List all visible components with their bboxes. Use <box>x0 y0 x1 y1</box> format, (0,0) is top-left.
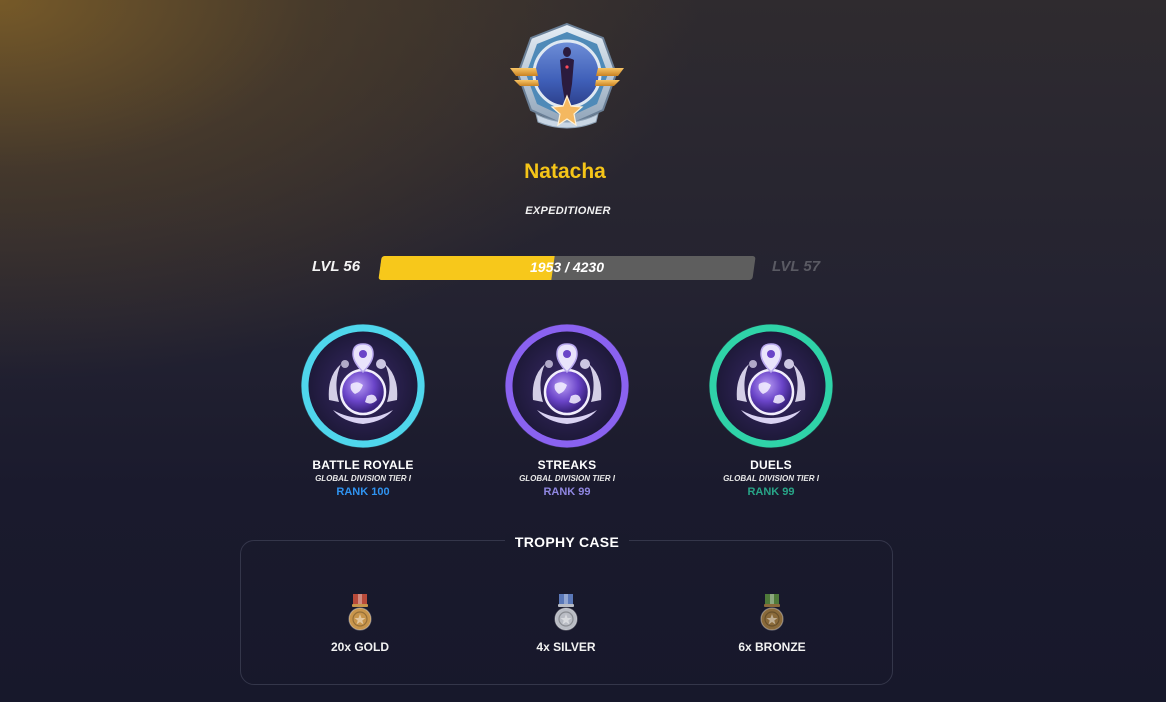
rank-duels[interactable]: DUELS GLOBAL DIVISION TIER I RANK 99 <box>691 322 851 498</box>
silver-medal-icon <box>554 594 578 631</box>
current-level-label: LVL 56 <box>312 258 361 275</box>
next-level-label: LVL 57 <box>772 258 821 275</box>
globe-laurel-icon <box>505 324 629 448</box>
globe-laurel-icon <box>709 324 833 448</box>
ranked-modes: BATTLE ROYALE GLOBAL DIVISION TIER I RAN… <box>0 322 1166 502</box>
avatar-emblem-icon <box>510 22 624 129</box>
globe-laurel-icon <box>301 324 425 448</box>
rank-mode-label: BATTLE ROYALE <box>312 458 414 472</box>
bronze-medal-icon <box>760 594 784 631</box>
rank-number: RANK 99 <box>543 486 591 498</box>
medal-label: 6x BRONZE <box>738 640 806 654</box>
xp-progress-text: 1953 / 4230 <box>530 259 604 275</box>
rank-division-label: GLOBAL DIVISION TIER I <box>723 474 819 483</box>
trophy-case-title-text: TROPHY CASE <box>504 534 630 550</box>
gold-medal-icon <box>348 594 372 631</box>
medal-label: 4x SILVER <box>536 640 596 654</box>
trophy-case-title: TROPHY CASE <box>0 534 1134 552</box>
rank-badge-battle-royale <box>299 322 427 450</box>
player-title: EXPEDITIONER <box>525 205 611 217</box>
rank-division-label: GLOBAL DIVISION TIER I <box>315 474 411 483</box>
rank-number: RANK 100 <box>336 486 390 498</box>
medal-label: 20x GOLD <box>330 640 390 654</box>
rank-mode-label: STREAKS <box>537 458 597 472</box>
rank-number: RANK 99 <box>747 486 795 498</box>
medal-silver[interactable]: 4x SILVER <box>506 594 626 654</box>
rank-battle-royale[interactable]: BATTLE ROYALE GLOBAL DIVISION TIER I RAN… <box>283 322 443 498</box>
rank-mode-label: DUELS <box>750 458 792 472</box>
player-avatar-badge <box>508 22 626 132</box>
rank-streaks[interactable]: STREAKS GLOBAL DIVISION TIER I RANK 99 <box>487 322 647 498</box>
rank-badge-streaks <box>503 322 631 450</box>
rank-badge-duels <box>707 322 835 450</box>
rank-division-label: GLOBAL DIVISION TIER I <box>519 474 615 483</box>
level-progress-row: LVL 56 1953 / 4230 LVL 57 <box>0 256 1166 280</box>
player-name: Natacha <box>524 160 606 183</box>
medal-bronze[interactable]: 6x BRONZE <box>712 594 832 654</box>
medal-gold[interactable]: 20x GOLD <box>300 594 420 654</box>
